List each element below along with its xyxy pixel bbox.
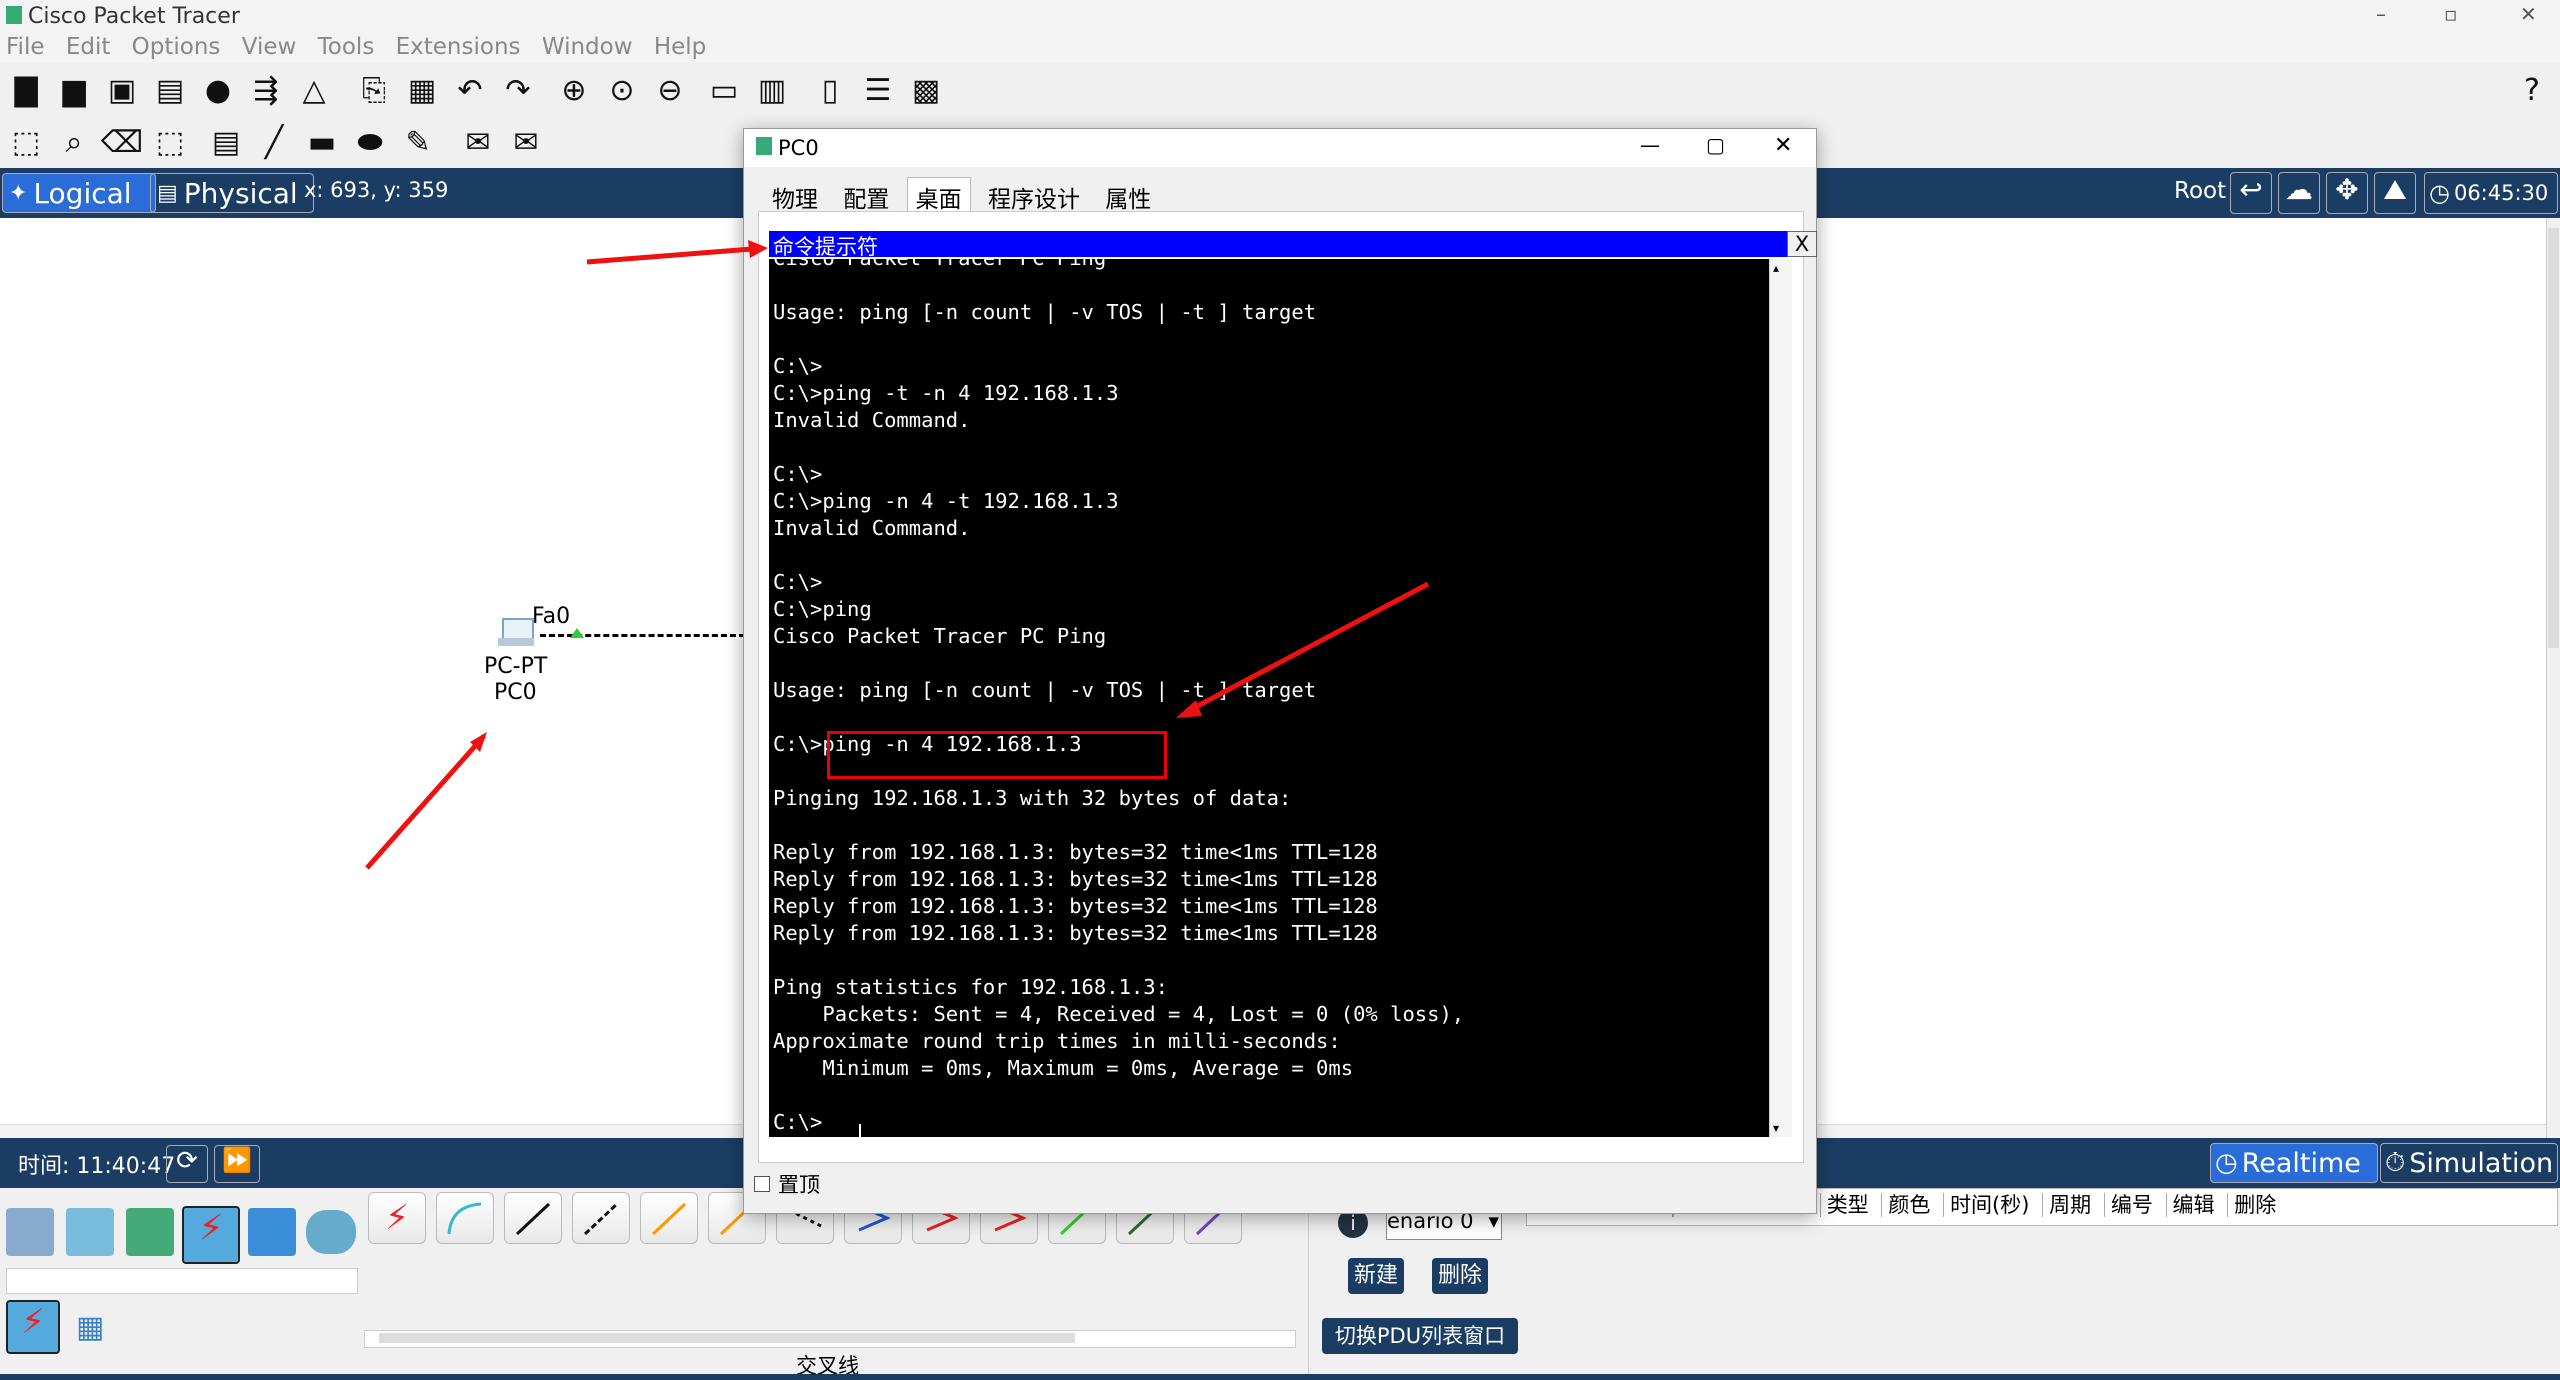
dialog-close-button[interactable]: ✕ bbox=[1774, 133, 1792, 158]
dialog-app-icon bbox=[756, 137, 772, 155]
device-panel: ⚡ ⚡ ▦ ⚡ 交叉线 i enario 0 ▾ 新建 删除 切换PDU列表窗口… bbox=[0, 1188, 2560, 1380]
simulation-tab[interactable]: ⏱ Simulation bbox=[2380, 1143, 2558, 1183]
auto-connection-icon[interactable]: ⚡ bbox=[368, 1192, 426, 1244]
hubs-category-icon[interactable] bbox=[126, 1208, 174, 1256]
highlight-box bbox=[827, 731, 1167, 779]
console-cable-icon[interactable] bbox=[436, 1192, 494, 1244]
pc0-dialog: PC0 — ▢ ✕ 物理 配置 桌面 程序设计 属性 命令提示符 X Cisco… bbox=[743, 128, 1817, 1214]
terminal-scrollbar[interactable]: ▴ ▾ bbox=[1769, 259, 1792, 1137]
connections-category-icon[interactable]: ⚡ bbox=[182, 1206, 240, 1264]
device-search-box[interactable] bbox=[6, 1268, 358, 1294]
simulation-label: Simulation bbox=[2409, 1147, 2554, 1179]
connections-subtype-icon[interactable]: ⚡ bbox=[6, 1300, 60, 1354]
pdu-col-num: 编号 bbox=[2103, 1193, 2159, 1217]
crossover-cable-icon[interactable] bbox=[572, 1192, 630, 1244]
dialog-title-bar: PC0 — ▢ ✕ bbox=[744, 129, 1816, 167]
time-label: 时间: 11:40:47 bbox=[18, 1154, 176, 1179]
realtime-label: Realtime bbox=[2241, 1147, 2361, 1179]
pdu-col-type: 类型 bbox=[1819, 1193, 1875, 1217]
power-cycle-icon[interactable]: ⟳ bbox=[166, 1145, 208, 1183]
checkbox-box bbox=[754, 1176, 770, 1192]
pin-label: 置顶 bbox=[778, 1173, 820, 1197]
grid-icon[interactable]: ▦ bbox=[76, 1310, 106, 1345]
dialog-tabs: 物理 配置 桌面 程序设计 属性 bbox=[764, 177, 1161, 216]
cable-scrollbar[interactable] bbox=[364, 1330, 1296, 1348]
pdu-col-delete: 删除 bbox=[2227, 1193, 2283, 1217]
terminal-output[interactable]: Cisco Packet Tracer PC Ping Usage: ping … bbox=[769, 259, 1769, 1137]
terminal-text: Cisco Packet Tracer PC Ping Usage: ping … bbox=[773, 259, 1465, 1134]
pin-on-top-checkbox[interactable]: 置顶 bbox=[754, 1169, 820, 1199]
simulation-icon: ⏱ bbox=[2385, 1147, 2406, 1178]
pdu-col-edit: 编辑 bbox=[2165, 1193, 2221, 1217]
pdu-col-color: 颜色 bbox=[1881, 1193, 1937, 1217]
command-prompt-close-button[interactable]: X bbox=[1787, 231, 1817, 257]
panel-splitter[interactable] bbox=[1308, 1188, 1323, 1380]
realtime-tab[interactable]: ◷ Realtime bbox=[2210, 1143, 2378, 1183]
routers-category-icon[interactable] bbox=[6, 1208, 54, 1256]
terminal-cursor bbox=[859, 1124, 861, 1137]
delete-scenario-button[interactable]: 删除 bbox=[1432, 1258, 1488, 1294]
dialog-minimize-button[interactable]: — bbox=[1640, 133, 1660, 157]
dialog-title: PC0 bbox=[778, 136, 819, 160]
pdu-col-periodic: 周期 bbox=[2042, 1193, 2098, 1217]
dialog-maximize-button[interactable]: ▢ bbox=[1706, 133, 1725, 157]
command-prompt-title: 命令提示符 bbox=[773, 235, 878, 259]
toggle-pdu-list-button[interactable]: 切换PDU列表窗口 bbox=[1322, 1318, 1518, 1354]
wan-emulation-category-icon[interactable] bbox=[306, 1210, 356, 1254]
new-scenario-button[interactable]: 新建 bbox=[1348, 1258, 1404, 1294]
pdu-col-time: 时间(秒) bbox=[1943, 1193, 2036, 1217]
switches-category-icon[interactable] bbox=[66, 1208, 114, 1256]
command-prompt-header: 命令提示符 X bbox=[769, 231, 1817, 259]
straight-through-cable-icon[interactable] bbox=[504, 1192, 562, 1244]
fiber-cable-icon[interactable] bbox=[640, 1192, 698, 1244]
end-devices-category-icon[interactable] bbox=[248, 1208, 296, 1256]
fast-forward-icon[interactable]: ⏩ bbox=[214, 1145, 260, 1183]
bottom-edge bbox=[0, 1374, 2560, 1380]
realtime-icon: ◷ bbox=[2215, 1148, 2238, 1178]
arrow-to-pc bbox=[365, 734, 486, 870]
